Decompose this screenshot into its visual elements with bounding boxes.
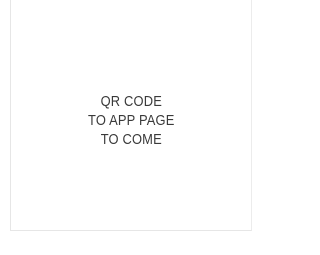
- qr-placeholder-line-2: TO APP PAGE: [87, 111, 175, 129]
- qr-placeholder-text: QR CODE TO APP PAGE TO COME: [81, 92, 182, 149]
- qr-code-placeholder: QR CODE TO APP PAGE TO COME: [10, 0, 252, 231]
- qr-placeholder-line-1: QR CODE: [100, 92, 162, 110]
- qr-placeholder-line-3: TO COME: [100, 130, 162, 148]
